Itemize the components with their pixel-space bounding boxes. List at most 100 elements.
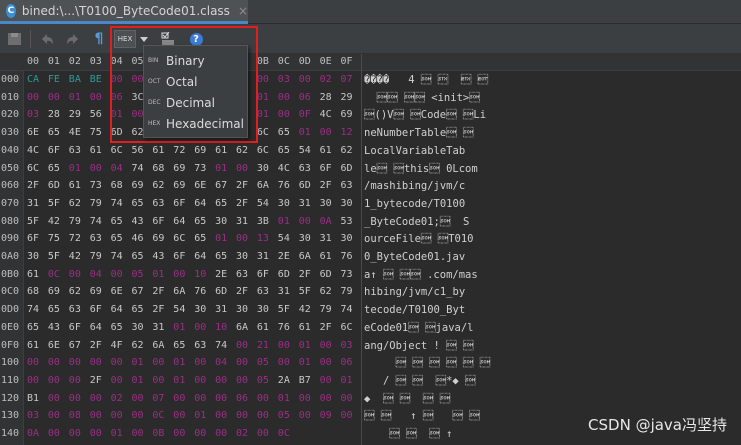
- hex-row[interactable]: 090 6F 75 72 63 65 46 69 6C 65 01 00 13 54 30 31 30 ource…: [0, 230, 741, 248]
- hex-byte[interactable]: 68: [27, 286, 39, 297]
- hex-byte[interactable]: 29: [69, 109, 81, 120]
- hex-byte[interactable]: 30: [236, 304, 248, 315]
- hex-byte[interactable]: 62: [132, 340, 144, 351]
- ascii-text[interactable]:   <init>: [364, 92, 480, 104]
- hex-byte[interactable]: 65: [194, 216, 206, 227]
- ascii-text[interactable]: ang/Object !  : [364, 340, 474, 352]
- hex-byte[interactable]: 4C: [320, 109, 332, 120]
- hex-byte[interactable]: 46: [132, 233, 144, 244]
- hex-byte[interactable]: 42: [69, 251, 81, 262]
- hex-byte[interactable]: 00: [194, 375, 206, 386]
- hex-byte[interactable]: 43: [48, 322, 60, 333]
- hex-byte[interactable]: 30: [236, 251, 248, 262]
- hex-byte[interactable]: 01: [173, 322, 185, 333]
- hex-byte[interactable]: 42: [299, 304, 311, 315]
- hex-byte[interactable]: 00: [48, 393, 60, 404]
- hex-byte[interactable]: 62: [152, 180, 164, 191]
- hex-byte[interactable]: 6D: [341, 163, 353, 174]
- hex-byte[interactable]: 00: [320, 357, 332, 368]
- hex-byte[interactable]: 30: [215, 216, 227, 227]
- hex-row[interactable]: 0B0 61 0C 00 04 00 05 01 00 10 2E 63 6F 6D 2F 6D 73 a↑  …: [0, 266, 741, 284]
- hex-byte[interactable]: 6F: [173, 251, 185, 262]
- hex-byte[interactable]: 65: [48, 127, 60, 138]
- hex-byte[interactable]: 6F: [27, 233, 39, 244]
- hex-byte[interactable]: 31: [236, 216, 248, 227]
- hex-byte[interactable]: 01: [341, 375, 353, 386]
- hex-byte[interactable]: 30: [341, 198, 353, 209]
- ascii-text[interactable]: ourceFile T010: [364, 233, 474, 245]
- hex-byte[interactable]: 69: [173, 180, 185, 191]
- hex-byte[interactable]: 00: [257, 393, 269, 404]
- hex-byte[interactable]: 6F: [48, 145, 60, 156]
- hex-byte[interactable]: 31: [152, 322, 164, 333]
- ascii-text[interactable]:      : [364, 357, 491, 369]
- hex-byte[interactable]: 6D: [278, 269, 290, 280]
- hex-byte[interactable]: 79: [90, 198, 102, 209]
- hex-byte[interactable]: 01: [69, 92, 81, 103]
- hex-byte[interactable]: 79: [90, 251, 102, 262]
- hex-byte[interactable]: 2F: [236, 198, 248, 209]
- hex-byte[interactable]: 00: [111, 269, 123, 280]
- hex-byte[interactable]: 76: [341, 251, 353, 262]
- hex-byte[interactable]: 63: [194, 340, 206, 351]
- ascii-text[interactable]: a↑   .com/mas: [364, 269, 478, 281]
- hex-byte[interactable]: 6C: [341, 322, 353, 333]
- hex-byte[interactable]: BA: [69, 74, 81, 85]
- hex-byte[interactable]: 00: [69, 428, 81, 439]
- hex-byte[interactable]: 07: [341, 74, 353, 85]
- ascii-text[interactable]: 1_bytecode/T0100: [364, 198, 465, 210]
- hex-byte[interactable]: 54: [278, 233, 290, 244]
- hex-row[interactable]: 0C0 68 69 62 69 6E 67 2F 6A 76 6D 2F 63 31 5F 62 79 hibin…: [0, 283, 741, 301]
- hex-byte[interactable]: 03: [278, 74, 290, 85]
- hex-byte[interactable]: 02: [320, 74, 332, 85]
- hex-byte[interactable]: BE: [90, 74, 102, 85]
- hex-byte[interactable]: 74: [111, 251, 123, 262]
- hex-byte[interactable]: 69: [152, 233, 164, 244]
- hex-byte[interactable]: 64: [173, 216, 185, 227]
- hex-byte[interactable]: 10: [215, 322, 227, 333]
- hex-byte[interactable]: 62: [341, 145, 353, 156]
- hex-byte[interactable]: 61: [152, 145, 164, 156]
- hex-byte[interactable]: 6A: [236, 322, 248, 333]
- hex-byte[interactable]: 04: [90, 269, 102, 280]
- hex-byte[interactable]: 30: [257, 304, 269, 315]
- hex-byte[interactable]: 73: [90, 180, 102, 191]
- hex-byte[interactable]: 69: [132, 180, 144, 191]
- hex-byte[interactable]: 65: [173, 340, 185, 351]
- hex-byte[interactable]: 07: [152, 393, 164, 404]
- hex-byte[interactable]: 6A: [152, 340, 164, 351]
- hex-byte[interactable]: 00: [69, 357, 81, 368]
- hex-byte[interactable]: 6E: [194, 180, 206, 191]
- hex-byte[interactable]: 6F: [90, 304, 102, 315]
- hex-byte[interactable]: 6C: [257, 127, 269, 138]
- hex-byte[interactable]: 79: [69, 216, 81, 227]
- hex-byte[interactable]: 00: [48, 357, 60, 368]
- hex-byte[interactable]: 79: [341, 286, 353, 297]
- hex-byte[interactable]: 79: [320, 304, 332, 315]
- hex-byte[interactable]: 01: [173, 357, 185, 368]
- hex-byte[interactable]: 2E: [215, 269, 227, 280]
- hex-byte[interactable]: 00: [236, 340, 248, 351]
- hex-byte[interactable]: 76: [194, 286, 206, 297]
- hex-byte[interactable]: 04: [215, 357, 227, 368]
- hex-byte[interactable]: 00: [27, 375, 39, 386]
- hex-byte[interactable]: 28: [320, 92, 332, 103]
- hex-byte[interactable]: 00: [194, 393, 206, 404]
- hex-byte[interactable]: 00: [69, 375, 81, 386]
- hex-byte[interactable]: 00: [257, 428, 269, 439]
- hex-byte[interactable]: 72: [173, 145, 185, 156]
- ascii-text[interactable]: ◆    : [364, 393, 450, 405]
- hex-byte[interactable]: 00: [27, 357, 39, 368]
- hex-byte[interactable]: 01: [299, 340, 311, 351]
- hex-row[interactable]: 060 2F 6D 61 73 68 69 62 69 6E 67 2F 6A 76 6D 2F 63/mash…: [0, 177, 741, 195]
- ascii-text[interactable]: _ByteCode01; S: [364, 216, 469, 228]
- hex-byte[interactable]: 6E: [48, 340, 60, 351]
- hex-byte[interactable]: 00: [236, 357, 248, 368]
- hex-byte[interactable]: 74: [27, 304, 39, 315]
- hex-byte[interactable]: 68: [152, 163, 164, 174]
- hex-byte[interactable]: 61: [215, 145, 227, 156]
- hex-byte[interactable]: 01: [152, 269, 164, 280]
- hex-byte[interactable]: 00: [278, 357, 290, 368]
- hex-byte[interactable]: 65: [215, 198, 227, 209]
- hex-byte[interactable]: 30: [194, 304, 206, 315]
